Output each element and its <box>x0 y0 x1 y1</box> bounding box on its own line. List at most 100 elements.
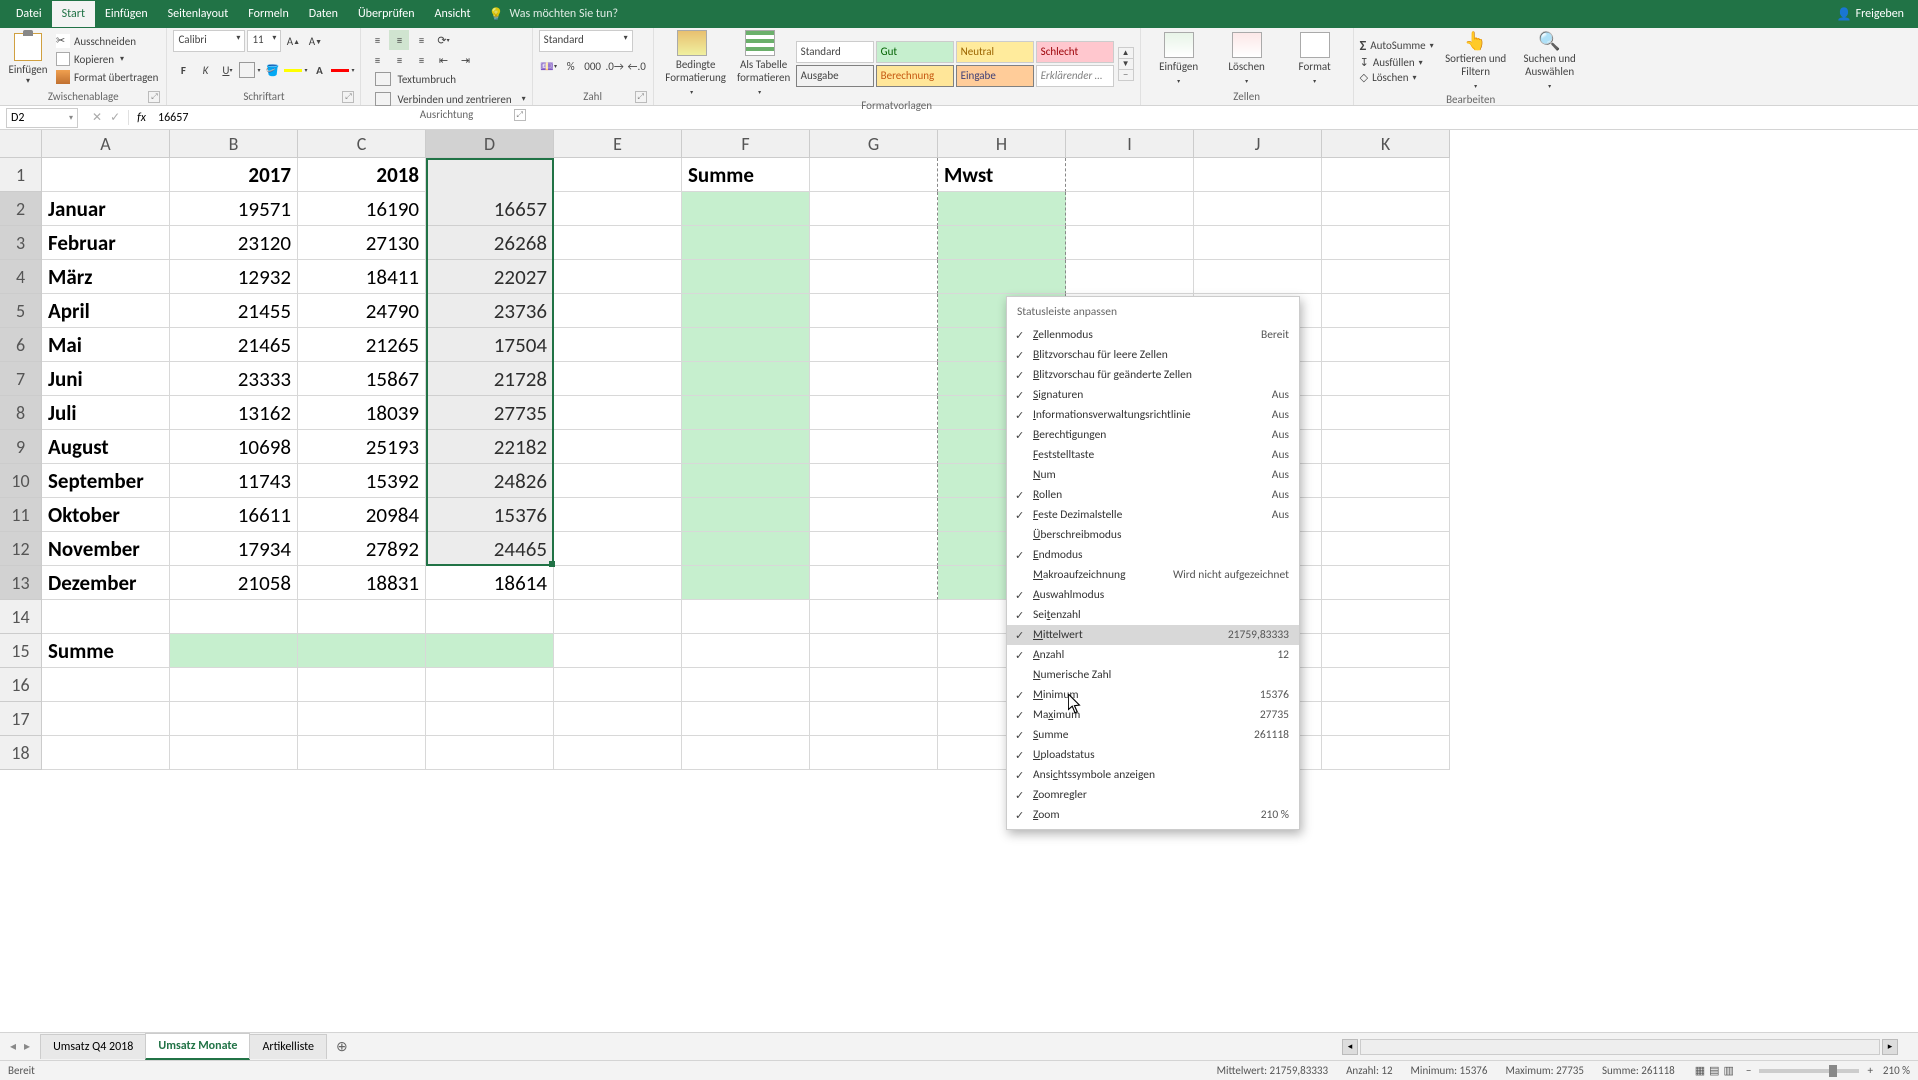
paste-button[interactable]: Einfügen ▾ <box>6 33 50 86</box>
cell-J4[interactable] <box>1194 260 1322 294</box>
style-standard[interactable]: Standard <box>796 41 874 63</box>
enter-icon[interactable]: ✓ <box>110 110 120 125</box>
cell-B14[interactable] <box>170 600 298 634</box>
cell-A7[interactable]: Juni <box>42 362 170 396</box>
cell-G1[interactable] <box>810 158 938 192</box>
shrink-font-button[interactable]: A▼ <box>305 31 325 51</box>
cell-D18[interactable] <box>426 736 554 770</box>
cell-B8[interactable]: 13162 <box>170 396 298 430</box>
share-button[interactable]: 👤 Freigeben <box>1829 3 1912 26</box>
cell-F17[interactable] <box>682 702 810 736</box>
indent-inc-button[interactable]: ⇥ <box>455 50 475 70</box>
status-bar[interactable]: Bereit Mittelwert: 21759,83333 Anzahl: 1… <box>0 1060 1918 1080</box>
cell-G13[interactable] <box>810 566 938 600</box>
cell-B11[interactable]: 16611 <box>170 498 298 532</box>
italic-button[interactable]: K <box>195 60 215 80</box>
cell-B9[interactable]: 10698 <box>170 430 298 464</box>
style-erklaerender[interactable]: Erklärender … <box>1036 65 1114 87</box>
cell-F14[interactable] <box>682 600 810 634</box>
cell-D9[interactable]: 22182 <box>426 430 554 464</box>
sort-filter-button[interactable]: 👆Sortieren und Filtern▾ <box>1444 30 1508 91</box>
align-left-button[interactable]: ≡ <box>367 50 387 70</box>
cell-C7[interactable]: 15867 <box>298 362 426 396</box>
cell-F12[interactable] <box>682 532 810 566</box>
tell-me-search[interactable]: 💡 Was möchten Sie tun? <box>489 7 619 22</box>
cell-A8[interactable]: Juli <box>42 396 170 430</box>
menu-item[interactable]: ✓Anzahl12 <box>1007 645 1299 665</box>
cell-C4[interactable]: 18411 <box>298 260 426 294</box>
cell-A14[interactable] <box>42 600 170 634</box>
cell-D11[interactable]: 15376 <box>426 498 554 532</box>
worksheet-grid[interactable]: ABCDEFGHIJK 123456789101112131415161718 … <box>0 130 1918 1032</box>
cell-A11[interactable]: Oktober <box>42 498 170 532</box>
menu-item[interactable]: ✓Ansichtssymbole anzeigen <box>1007 765 1299 785</box>
tab-start[interactable]: Start <box>52 1 95 27</box>
style-schlecht[interactable]: Schlecht <box>1036 41 1114 63</box>
cell-C11[interactable]: 20984 <box>298 498 426 532</box>
cell-B4[interactable]: 12932 <box>170 260 298 294</box>
cell-D14[interactable] <box>426 600 554 634</box>
row-header-17[interactable]: 17 <box>0 702 42 736</box>
font-color-button[interactable]: A <box>309 60 329 80</box>
cell-I3[interactable] <box>1066 226 1194 260</box>
row-header-10[interactable]: 10 <box>0 464 42 498</box>
cell-E7[interactable] <box>554 362 682 396</box>
menu-item[interactable]: ✓ZellenmodusBereit <box>1007 325 1299 345</box>
col-header-E[interactable]: E <box>554 130 682 158</box>
cell-C18[interactable] <box>298 736 426 770</box>
accounting-format-button[interactable]: 💷▾ <box>539 56 559 76</box>
cell-J2[interactable] <box>1194 192 1322 226</box>
cell-G17[interactable] <box>810 702 938 736</box>
zoom-in-button[interactable]: + <box>1867 1064 1872 1077</box>
cell-A9[interactable]: August <box>42 430 170 464</box>
cell-G11[interactable] <box>810 498 938 532</box>
row-header-3[interactable]: 3 <box>0 226 42 260</box>
cell-B16[interactable] <box>170 668 298 702</box>
cell-A1[interactable] <box>42 158 170 192</box>
row-header-5[interactable]: 5 <box>0 294 42 328</box>
cell-K17[interactable] <box>1322 702 1450 736</box>
comma-button[interactable]: 000 <box>583 56 603 76</box>
cell-F9[interactable] <box>682 430 810 464</box>
cell-D7[interactable]: 21728 <box>426 362 554 396</box>
col-header-I[interactable]: I <box>1066 130 1194 158</box>
cell-A6[interactable]: Mai <box>42 328 170 362</box>
cell-D8[interactable]: 27735 <box>426 396 554 430</box>
col-header-C[interactable]: C <box>298 130 426 158</box>
cell-D12[interactable]: 24465 <box>426 532 554 566</box>
row-header-1[interactable]: 1 <box>0 158 42 192</box>
style-gut[interactable]: Gut <box>876 41 954 63</box>
cell-B13[interactable]: 21058 <box>170 566 298 600</box>
cell-E12[interactable] <box>554 532 682 566</box>
tab-insert[interactable]: Einfügen <box>95 1 158 27</box>
cell-C8[interactable]: 18039 <box>298 396 426 430</box>
zoom-out-button[interactable]: − <box>1746 1064 1751 1077</box>
cell-E4[interactable] <box>554 260 682 294</box>
cell-E10[interactable] <box>554 464 682 498</box>
cell-F2[interactable] <box>682 192 810 226</box>
zoom-level[interactable]: 210 % <box>1883 1064 1910 1077</box>
align-center-button[interactable]: ≡ <box>389 50 409 70</box>
cell-D4[interactable]: 22027 <box>426 260 554 294</box>
name-box[interactable]: D2▾ <box>6 108 78 128</box>
select-all-corner[interactable] <box>0 130 42 158</box>
col-header-F[interactable]: F <box>682 130 810 158</box>
menu-item[interactable]: ✓Zoomregler <box>1007 785 1299 805</box>
row-header-4[interactable]: 4 <box>0 260 42 294</box>
horizontal-scrollbar[interactable]: ◂▸ <box>1342 1039 1918 1055</box>
cell-D17[interactable] <box>426 702 554 736</box>
font-size-select[interactable]: 11 ▾ <box>247 30 281 52</box>
cell-B12[interactable]: 17934 <box>170 532 298 566</box>
cell-B3[interactable]: 23120 <box>170 226 298 260</box>
dialog-launcher-icon[interactable]: ⤢ <box>342 91 354 103</box>
sheet-tab[interactable]: Artikelliste <box>249 1034 327 1059</box>
cell-D10[interactable]: 24826 <box>426 464 554 498</box>
format-as-table-button[interactable]: Als Tabelle formatieren▾ <box>728 30 792 97</box>
row-header-15[interactable]: 15 <box>0 634 42 668</box>
menu-item[interactable]: FeststelltasteAus <box>1007 445 1299 465</box>
number-format-select[interactable]: Standard▾ <box>539 30 633 52</box>
cell-J3[interactable] <box>1194 226 1322 260</box>
row-header-13[interactable]: 13 <box>0 566 42 600</box>
cell-G12[interactable] <box>810 532 938 566</box>
cell-E14[interactable] <box>554 600 682 634</box>
